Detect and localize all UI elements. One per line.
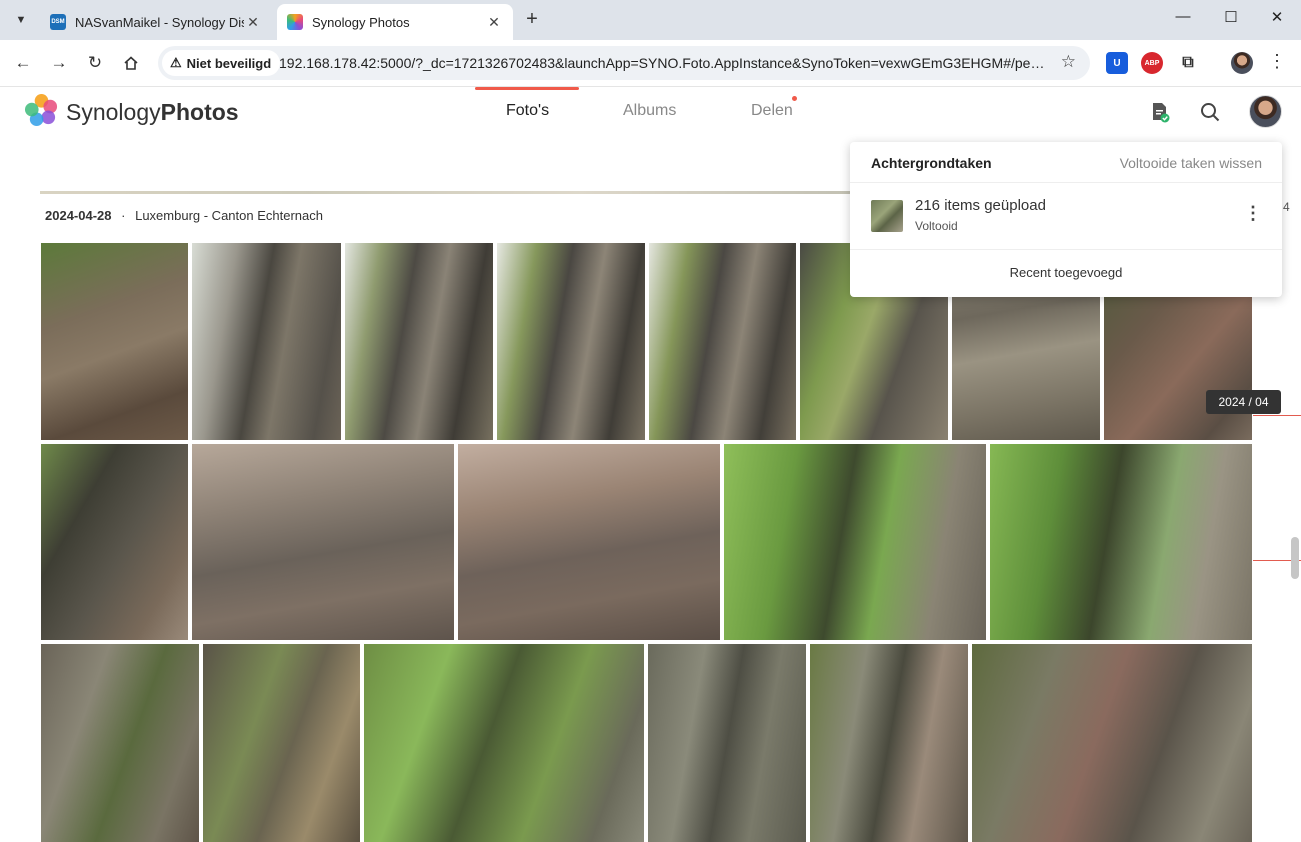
- window-close-button[interactable]: ✕: [1254, 8, 1300, 26]
- photo-thumbnail[interactable]: [649, 243, 796, 440]
- maximize-button[interactable]: ☐: [1208, 8, 1254, 26]
- scrollbar-thumb[interactable]: [1291, 537, 1299, 579]
- synology-photos-icon: [287, 14, 303, 30]
- photo-thumbnail[interactable]: [41, 644, 199, 842]
- photo-thumbnail[interactable]: [364, 644, 644, 842]
- search-button[interactable]: [1198, 100, 1222, 124]
- browser-menu-icon[interactable]: ⋮: [1268, 51, 1286, 72]
- group-date: 2024-04-28: [45, 208, 112, 223]
- photo-thumbnail[interactable]: [810, 644, 968, 842]
- task-title: 216 items geüpload: [915, 197, 1046, 214]
- clear-completed-tasks-button[interactable]: Voltooide taken wissen: [1120, 155, 1262, 171]
- tab-albums[interactable]: Albums: [623, 102, 676, 120]
- tab-photos[interactable]: Foto's: [506, 102, 549, 120]
- app-logo-text: SynologyPhotos: [66, 99, 239, 125]
- tab-title: Synology Photos: [312, 14, 410, 30]
- active-tab-indicator: [475, 87, 579, 90]
- tab-synology-photos[interactable]: Synology Photos ✕: [277, 4, 513, 40]
- photo-thumbnail[interactable]: [990, 444, 1252, 640]
- popup-title: Achtergrondtaken: [871, 155, 992, 171]
- background-tasks-popup: Achtergrondtaken Voltooide taken wissen …: [850, 142, 1282, 297]
- forward-button[interactable]: →: [46, 50, 72, 76]
- photo-thumbnail[interactable]: [41, 444, 188, 640]
- photo-thumbnail[interactable]: [203, 644, 360, 842]
- previous-row-strip: [40, 191, 850, 194]
- recently-added-link[interactable]: Recent toegevoegd: [850, 250, 1282, 295]
- reload-button[interactable]: ↻: [82, 50, 108, 76]
- photo-thumbnail[interactable]: [345, 243, 493, 440]
- timeline-marker: [1253, 415, 1301, 416]
- task-item: 216 items geüpload Voltooid ⋮: [850, 183, 1282, 250]
- back-button[interactable]: ←: [10, 50, 36, 76]
- notification-dot: [792, 96, 797, 101]
- bitwarden-icon[interactable]: U: [1106, 52, 1128, 74]
- adblock-plus-icon[interactable]: ABP: [1141, 52, 1163, 74]
- photo-thumbnail[interactable]: [497, 243, 645, 440]
- photo-thumbnail[interactable]: [724, 444, 986, 640]
- task-status: Voltooid: [915, 219, 958, 233]
- tab-dsm[interactable]: DSM NASvanMaikel - Synology Disk… ✕: [40, 4, 272, 40]
- home-button[interactable]: [118, 50, 144, 76]
- photo-thumbnail[interactable]: [972, 644, 1252, 842]
- more-options-icon[interactable]: ⋮: [1244, 203, 1262, 224]
- tab-title: NASvanMaikel - Synology Disk…: [75, 14, 244, 30]
- close-icon[interactable]: ✕: [244, 14, 262, 31]
- tab-search-button[interactable]: ▼: [8, 7, 34, 33]
- security-chip[interactable]: ⚠ Niet beveiligd: [162, 50, 281, 76]
- photo-thumbnail[interactable]: [41, 243, 188, 440]
- tab-share[interactable]: Delen: [751, 102, 793, 120]
- synology-photos-logo: [24, 93, 58, 127]
- document-check-icon: [1153, 103, 1170, 123]
- minimize-button[interactable]: —: [1160, 8, 1206, 25]
- timeline-scroll-label[interactable]: 2024 / 04: [1206, 390, 1281, 414]
- photo-thumbnail[interactable]: [192, 243, 341, 440]
- browser-toolbar: ← → ↻ ⚠ Niet beveiligd 192.168.178.42:50…: [0, 40, 1301, 87]
- close-icon[interactable]: ✕: [485, 14, 503, 31]
- warning-icon: ⚠: [170, 55, 182, 70]
- user-avatar[interactable]: [1249, 95, 1282, 128]
- dsm-icon: DSM: [50, 14, 66, 30]
- separator: ·: [121, 208, 126, 223]
- app-header: SynologyPhotos Foto's Albums Delen: [0, 87, 1301, 137]
- browser-profile-avatar[interactable]: [1231, 52, 1253, 74]
- new-tab-button[interactable]: +: [520, 8, 544, 32]
- date-group-header: 2024-04-28 · Luxemburg - Canton Echterna…: [45, 208, 323, 223]
- task-thumbnail: [871, 200, 903, 232]
- popup-header: Achtergrondtaken Voltooide taken wissen: [850, 142, 1282, 183]
- search-icon: [1201, 103, 1220, 122]
- security-label: Niet beveiligd: [186, 55, 272, 71]
- photo-thumbnail[interactable]: [192, 444, 454, 640]
- background-tasks-button[interactable]: [1148, 100, 1172, 124]
- address-bar[interactable]: ⚠ Niet beveiligd 192.168.178.42:5000/?_d…: [158, 46, 1090, 80]
- photo-thumbnail[interactable]: [458, 444, 720, 640]
- home-icon: [124, 56, 138, 70]
- browser-tab-bar: ▼ DSM NASvanMaikel - Synology Disk… ✕ Sy…: [0, 0, 1301, 40]
- bookmark-star-icon[interactable]: ☆: [1061, 52, 1076, 72]
- group-location[interactable]: Luxemburg - Canton Echternach: [135, 208, 323, 223]
- url-text[interactable]: 192.168.178.42:5000/?_dc=1721326702483&l…: [279, 55, 1049, 71]
- puzzle-icon[interactable]: ⧉: [1177, 52, 1199, 74]
- photo-thumbnail[interactable]: [648, 644, 806, 842]
- side-digit: 4: [1283, 200, 1290, 214]
